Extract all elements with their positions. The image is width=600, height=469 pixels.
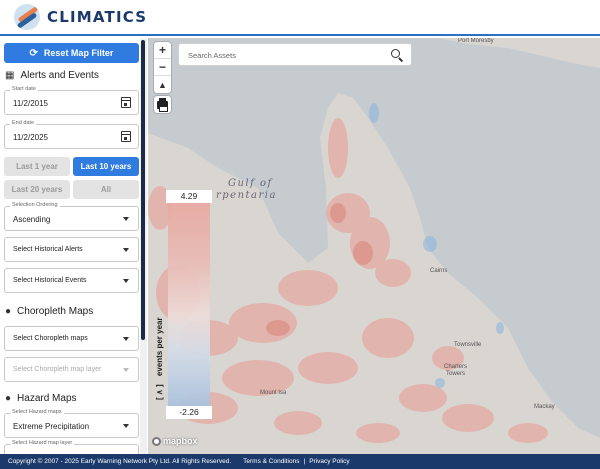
- hazard-maps-label: Select Hazard maps: [10, 409, 64, 415]
- map-canvas: [148, 38, 600, 454]
- search-icon[interactable]: [391, 49, 400, 58]
- sidebar: ⟳ Reset Map Filter ▦ Alerts and Events S…: [0, 38, 147, 454]
- chevron-down-icon: [123, 368, 129, 372]
- end-date-label: End date: [10, 120, 37, 126]
- place-label-townsville: Townsville: [454, 342, 482, 348]
- place-label-port-moresby: Port Moresby: [458, 38, 494, 44]
- alerts-section-label: Alerts and Events: [20, 70, 99, 81]
- sidebar-scroll-thumb[interactable]: [141, 40, 145, 340]
- app-name: CLIMATICS: [47, 8, 148, 26]
- hazard-section-label: Hazard Maps: [17, 393, 77, 404]
- reset-button-label: Reset Map Filter: [43, 48, 114, 58]
- ordering-value: Ascending: [13, 215, 51, 224]
- start-date-value: 11/2/2015: [13, 99, 48, 108]
- range-last-1-year-button[interactable]: Last 1 year: [4, 157, 70, 176]
- climatics-logo-icon: [14, 4, 40, 30]
- hazard-maps-value: Extreme Precipitation: [13, 422, 90, 431]
- historical-events-select[interactable]: Select Historical Events: [4, 268, 139, 293]
- globe-icon: ●: [5, 393, 12, 404]
- legend-max-value: 4.29: [166, 190, 212, 203]
- mapbox-text: mapbox: [163, 436, 198, 446]
- refresh-icon: ⟳: [29, 47, 38, 59]
- chevron-down-icon: [123, 337, 129, 341]
- legend-color-bar: [168, 203, 210, 406]
- legend-toggle[interactable]: [ ∧ ]: [155, 384, 164, 400]
- choropleth-section-label: Choropleth Maps: [17, 306, 94, 317]
- place-label-charters: Charters: [444, 364, 468, 370]
- place-label-towers: Towers: [446, 371, 466, 377]
- copyright-text: Copyright © 2007 - 2025 Early Warning Ne…: [8, 458, 232, 465]
- calendar-icon[interactable]: [121, 131, 131, 142]
- chevron-down-icon: [123, 279, 129, 283]
- range-last-20-years-button[interactable]: Last 20 years: [4, 180, 70, 199]
- chevron-down-icon: [123, 424, 129, 428]
- app-header: CLIMATICS: [0, 0, 600, 36]
- legend-axis-text: events per year: [155, 317, 164, 377]
- footer: Copyright © 2007 - 2025 Early Warning Ne…: [0, 454, 600, 469]
- chevron-down-icon: [123, 217, 129, 221]
- mapbox-logo-icon: [152, 436, 161, 446]
- legend-axis-label: [ ∧ ] events per year: [155, 250, 169, 400]
- gulf-label-line2: rpentaria: [216, 190, 277, 201]
- hazard-layer-label: Select Hazard map layer: [10, 440, 75, 446]
- selection-ordering-select[interactable]: Selection Ordering Ascending: [4, 202, 139, 231]
- range-all-button[interactable]: All: [73, 180, 139, 199]
- printer-icon: [157, 97, 168, 112]
- ordering-label: Selection Ordering: [10, 202, 60, 208]
- calendar-icon[interactable]: [121, 97, 131, 108]
- alerts-section-title: ▦ Alerts and Events: [5, 70, 99, 81]
- start-date-field[interactable]: Start date 11/2/2015: [4, 86, 139, 115]
- map-view[interactable]: Search Assets + − ▲ Port Moresby Gulf of…: [148, 38, 600, 454]
- historical-events-value: Select Historical Events: [13, 277, 87, 284]
- gulf-label: Gulf of rpentaria: [216, 178, 277, 202]
- legend-min-value: -2.26: [166, 406, 212, 419]
- color-legend: 4.29 -2.26 [ ∧ ] events per year: [155, 190, 212, 419]
- hazard-maps-select[interactable]: Select Hazard maps Extreme Precipitation: [4, 409, 139, 438]
- asset-search-box[interactable]: Search Assets: [178, 43, 412, 66]
- zoom-in-button[interactable]: +: [154, 42, 171, 59]
- choropleth-maps-value: Select Choropleth maps: [13, 335, 88, 342]
- choropleth-layer-select[interactable]: Select Choropleth map layer: [4, 357, 139, 382]
- gulf-label-line1: Gulf of: [228, 178, 273, 189]
- end-date-field[interactable]: End date 11/2/2025: [4, 120, 139, 149]
- chevron-down-icon: [123, 248, 129, 252]
- place-label-mount-isa: Mount Isa: [260, 390, 287, 396]
- historical-alerts-select[interactable]: Select Historical Alerts: [4, 237, 139, 262]
- globe-icon: ●: [5, 306, 12, 317]
- terms-link[interactable]: Terms & Conditions: [243, 458, 299, 465]
- place-label-mackay: Mackay: [534, 404, 555, 410]
- zoom-controls: + − ▲: [154, 42, 171, 93]
- print-button[interactable]: [154, 96, 171, 113]
- footer-separator: |: [303, 458, 306, 465]
- privacy-link[interactable]: Privacy Policy: [309, 458, 349, 465]
- hazard-layer-select[interactable]: Select Hazard map layer: [4, 440, 139, 454]
- compass-icon[interactable]: ▲: [154, 76, 171, 93]
- mapbox-attribution[interactable]: mapbox: [152, 436, 198, 446]
- end-date-value: 11/2/2025: [13, 133, 48, 142]
- choropleth-maps-select[interactable]: Select Choropleth maps: [4, 326, 139, 351]
- hazard-section-title: ● Hazard Maps: [5, 393, 77, 404]
- choropleth-section-title: ● Choropleth Maps: [5, 306, 93, 317]
- start-date-label: Start date: [10, 86, 38, 92]
- range-last-10-years-button[interactable]: Last 10 years: [73, 157, 139, 176]
- calendar-icon: ▦: [5, 70, 15, 81]
- historical-alerts-value: Select Historical Alerts: [13, 246, 83, 253]
- place-label-cairns: Cairns: [430, 268, 448, 274]
- zoom-out-button[interactable]: −: [154, 59, 171, 76]
- choropleth-layer-value: Select Choropleth map layer: [13, 366, 102, 373]
- reset-map-filter-button[interactable]: ⟳ Reset Map Filter: [4, 43, 139, 63]
- search-placeholder: Search Assets: [188, 51, 236, 60]
